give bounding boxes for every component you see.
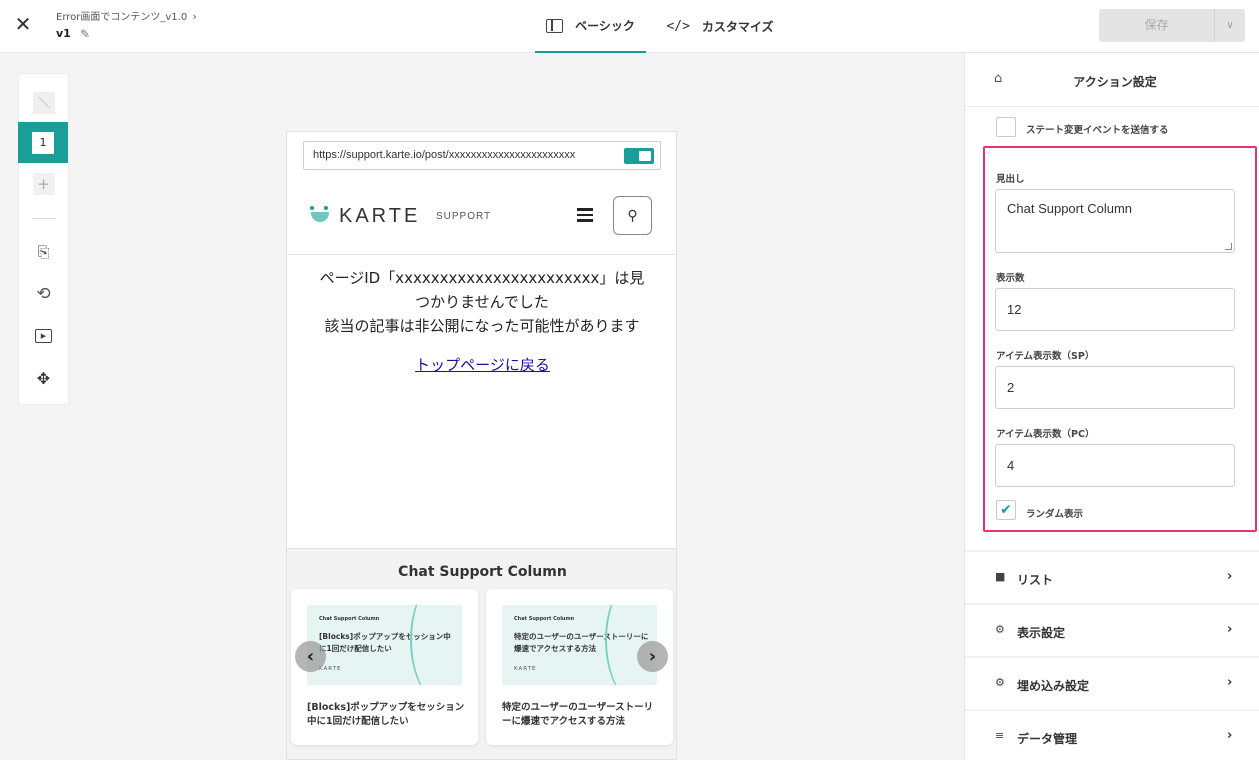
card-title: [Blocks]ポップアップをセッション中に1回だけ配信したい xyxy=(307,702,465,727)
chevron-right-icon: › xyxy=(1227,675,1233,690)
code-icon: </> xyxy=(666,19,690,34)
thumb-title: 特定のユーザーのユーザーストーリーに爆速でアクセスする方法 xyxy=(514,632,649,653)
blank-page-icon xyxy=(32,92,55,114)
error-message: ページID「xxxxxxxxxxxxxxxxxxxxxxx」は見 つかりませんで… xyxy=(301,266,663,338)
pc-count-input[interactable]: 4 xyxy=(995,444,1235,487)
expand-icon[interactable]: ✥ xyxy=(19,361,68,395)
site-header: KARTE SUPPORT ⚲ xyxy=(287,180,676,255)
settings-panel: ⌂ アクション設定 ステート変更イベントを送信する 見出し Chat Suppo… xyxy=(964,53,1259,760)
gear-icon: ⚙ xyxy=(995,676,1005,689)
play-icon: ▶ xyxy=(35,329,52,343)
chevron-down-icon[interactable]: ∨ xyxy=(1214,9,1245,42)
breadcrumb[interactable]: Error画面でコンテンツ_v1.0 › xyxy=(56,8,197,23)
section-display-settings[interactable]: ⚙ 表示設定 › xyxy=(965,605,1259,656)
pencil-icon[interactable]: ✎ xyxy=(80,27,90,41)
thumb-small-text: Chat Support Column xyxy=(514,616,575,622)
state-event-label: ステート変更イベントを送信する xyxy=(1026,125,1169,136)
plus-icon: + xyxy=(32,173,55,195)
error-line-2: つかりませんでした xyxy=(415,293,549,311)
thumb-logo: KARTE xyxy=(514,666,537,672)
error-line-3: 該当の記事は非公開になった可能性があります xyxy=(324,317,640,335)
random-checkbox[interactable]: ✔ xyxy=(996,500,1016,520)
pc-count-label: アイテム表示数（PC） xyxy=(996,429,1095,440)
sp-count-label: アイテム表示数（SP） xyxy=(996,351,1095,362)
random-label: ランダム表示 xyxy=(1026,509,1084,520)
carousel-prev-arrow-icon[interactable]: ‹ xyxy=(295,641,326,672)
url-text[interactable]: https://support.karte.io/post/xxxxxxxxxx… xyxy=(313,149,615,161)
url-toggle[interactable] xyxy=(624,148,654,164)
version-label: v1 xyxy=(56,27,71,40)
save-button-group: 保存 ∨ xyxy=(1099,9,1245,42)
section-list[interactable]: ■ リスト › xyxy=(965,552,1259,603)
url-bar: https://support.karte.io/post/xxxxxxxxxx… xyxy=(303,141,661,170)
section-label: 埋め込み設定 xyxy=(1017,679,1090,693)
mobile-preview: https://support.karte.io/post/xxxxxxxxxx… xyxy=(286,131,677,760)
thumb-logo: KARTE xyxy=(319,666,342,672)
column-section: Chat Support Column Chat Support Column … xyxy=(287,548,676,759)
panel-header: ⌂ アクション設定 xyxy=(965,53,1259,107)
thumb-title: [Blocks]ポップアップをセッション中に1回だけ配信したい xyxy=(319,632,451,653)
heading-label: 見出し xyxy=(996,174,1025,185)
breadcrumb-label: Error画面でコンテンツ_v1.0 xyxy=(56,12,188,23)
section-embed-settings[interactable]: ⚙ 埋め込み設定 › xyxy=(965,658,1259,709)
count-label: 表示数 xyxy=(996,273,1025,284)
chevron-right-icon: › xyxy=(1227,728,1233,743)
device-icon[interactable]: ⎘ xyxy=(19,235,68,269)
section-label: 表示設定 xyxy=(1017,626,1066,640)
toolbar-divider xyxy=(32,218,56,219)
blank-page-thumb[interactable] xyxy=(19,86,68,120)
folder-icon: ■ xyxy=(995,570,1006,583)
heading-textarea[interactable]: Chat Support Column xyxy=(995,189,1235,253)
hamburger-menu-icon[interactable] xyxy=(577,208,593,222)
play-preview-button[interactable]: ▶ xyxy=(19,319,68,353)
state-event-checkbox[interactable] xyxy=(996,117,1016,137)
gear-icon: ⚙ xyxy=(995,623,1005,636)
tab-basic[interactable]: ベーシック xyxy=(535,0,646,53)
logo-text: KARTE xyxy=(339,205,421,227)
sp-count-input[interactable]: 2 xyxy=(995,366,1235,409)
tab-customize-label: カスタマイズ xyxy=(701,20,774,34)
section-label: リスト xyxy=(1017,573,1054,587)
card-title: 特定のユーザーのユーザーストーリーに爆速でアクセスする方法 xyxy=(502,702,654,727)
layout-icon xyxy=(546,18,564,33)
count-input[interactable]: 12 xyxy=(995,288,1235,331)
add-page-button[interactable]: + xyxy=(19,167,68,201)
error-line-1: ページID「xxxxxxxxxxxxxxxxxxxxxxx」は見 xyxy=(319,269,645,287)
rotate-icon[interactable]: ⟲ xyxy=(19,277,68,311)
carousel-next-arrow-icon[interactable]: › xyxy=(637,641,668,672)
logo-sub: SUPPORT xyxy=(436,211,492,222)
top-bar: ✕ Error画面でコンテンツ_v1.0 › v1 ✎ ベーシック </> カス… xyxy=(0,0,1259,53)
chevron-right-icon: › xyxy=(192,10,197,23)
section-data-management[interactable]: ≡ データ管理 › xyxy=(965,711,1259,760)
left-toolbar: 1 + ⎘ ⟲ ▶ ✥ xyxy=(18,73,69,405)
card-thumbnail: Chat Support Column 特定のユーザーのユーザーストーリーに爆速… xyxy=(502,605,657,685)
search-icon[interactable]: ⚲ xyxy=(613,196,652,235)
back-to-top-link[interactable]: トップページに戻る xyxy=(287,354,676,375)
page-number: 1 xyxy=(32,131,54,154)
close-icon[interactable]: ✕ xyxy=(14,14,32,34)
panel-title: アクション設定 xyxy=(1073,75,1157,89)
tab-customize[interactable]: </> カスタマイズ xyxy=(660,0,780,53)
database-icon: ≡ xyxy=(995,729,1005,742)
chevron-right-icon: › xyxy=(1227,569,1233,584)
page-thumb-1[interactable]: 1 xyxy=(18,122,68,163)
karte-logo-icon xyxy=(310,206,332,226)
save-button[interactable]: 保存 xyxy=(1099,9,1214,42)
column-title: Chat Support Column xyxy=(398,564,567,580)
chevron-right-icon: › xyxy=(1227,622,1233,637)
card-thumbnail: Chat Support Column [Blocks]ポップアップをセッション… xyxy=(307,605,462,685)
thumb-small-text: Chat Support Column xyxy=(319,616,380,622)
tab-basic-label: ベーシック xyxy=(575,19,635,33)
section-label: データ管理 xyxy=(1017,732,1078,746)
check-icon: ✔ xyxy=(1000,502,1012,518)
